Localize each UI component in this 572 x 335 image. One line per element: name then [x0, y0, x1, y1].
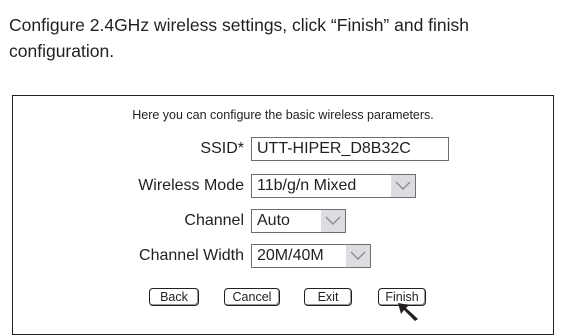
channel-value: Auto	[257, 212, 290, 229]
mouse-pointer-icon	[398, 303, 420, 326]
channel-label: Channel	[184, 212, 244, 229]
wireless-mode-label: Wireless Mode	[138, 177, 244, 194]
wireless-mode-select[interactable]: 11b/g/n Mixed	[251, 174, 416, 198]
chevron-down-icon[interactable]	[346, 245, 370, 267]
ssid-label: SSID*	[200, 140, 244, 157]
channel-width-select[interactable]: 20M/40M	[251, 244, 371, 268]
channel-select[interactable]: Auto	[251, 209, 346, 233]
wireless-settings-panel: Here you can configure the basic wireles…	[12, 95, 554, 335]
channel-width-row: Channel Width 20M/40M	[13, 243, 553, 269]
chevron-down-icon[interactable]	[391, 175, 415, 197]
cancel-button[interactable]: Cancel	[224, 288, 280, 306]
channel-row: Channel Auto	[13, 208, 553, 234]
exit-button[interactable]: Exit	[304, 288, 352, 306]
ssid-row: SSID* UTT-HIPER_D8B32C	[13, 136, 553, 162]
panel-intro: Here you can configure the basic wireles…	[132, 108, 434, 122]
wireless-mode-value: 11b/g/n Mixed	[257, 177, 357, 194]
wireless-mode-row: Wireless Mode 11b/g/n Mixed	[13, 173, 553, 199]
channel-width-label: Channel Width	[139, 247, 244, 264]
chevron-down-icon[interactable]	[321, 210, 345, 232]
back-button[interactable]: Back	[149, 288, 199, 306]
instruction-text: Configure 2.4GHz wireless settings, clic…	[9, 15, 470, 61]
ssid-value: UTT-HIPER_D8B32C	[257, 140, 411, 157]
channel-width-value: 20M/40M	[257, 247, 324, 264]
button-row: Back Cancel Exit Finish	[13, 288, 553, 310]
ssid-input[interactable]: UTT-HIPER_D8B32C	[251, 137, 449, 161]
